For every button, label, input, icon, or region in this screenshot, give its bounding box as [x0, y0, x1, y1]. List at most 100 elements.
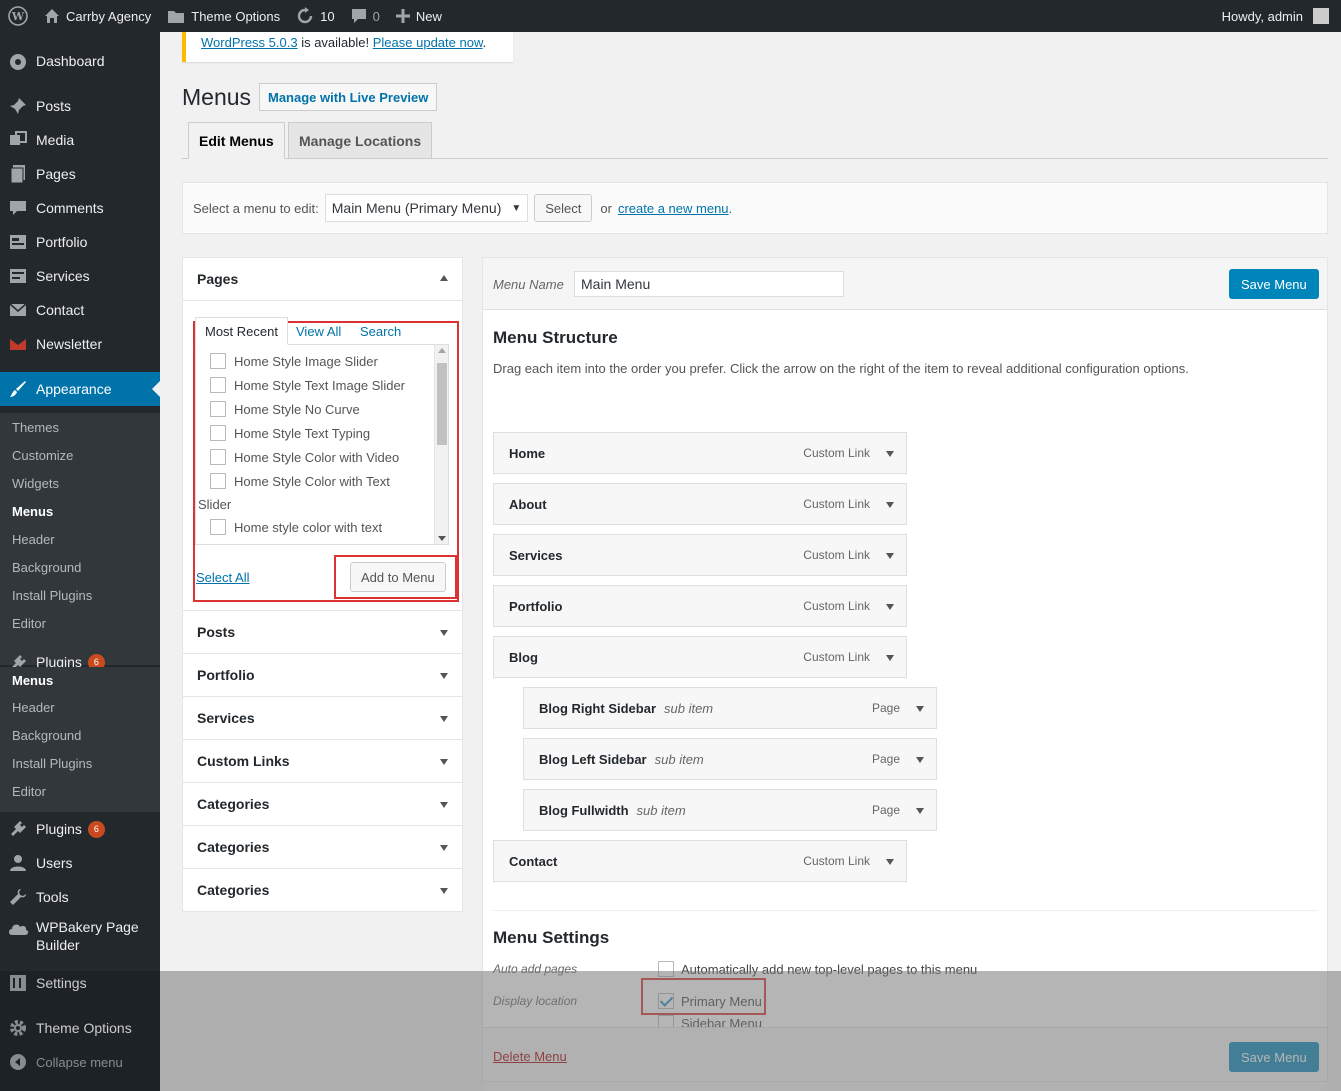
menu-appearance[interactable]: Appearance	[0, 372, 160, 406]
menu-contact[interactable]: Contact	[0, 293, 160, 327]
menu-wpbakery[interactable]: WPBakery Page Builder	[0, 918, 160, 962]
auto-add-checkbox[interactable]	[658, 961, 674, 977]
page-checkbox[interactable]	[210, 353, 226, 369]
new-content-link[interactable]: New	[388, 0, 450, 32]
live-preview-button[interactable]: Manage with Live Preview	[259, 83, 438, 111]
account-menu[interactable]: Howdy, admin	[1214, 0, 1341, 32]
scroll-up-arrow-icon[interactable]	[438, 348, 446, 353]
submenu-menus[interactable]: Menus	[0, 497, 160, 525]
menu-name-input[interactable]: Main Menu	[574, 271, 844, 297]
manage-menus-bar: Select a menu to edit: Main Menu (Primar…	[182, 182, 1328, 234]
updates-link[interactable]: 10	[288, 0, 342, 32]
item-expand-arrow-icon[interactable]	[886, 553, 894, 559]
menu-item-services[interactable]: Services Custom Link	[493, 534, 907, 576]
subtab-search[interactable]: Search	[351, 317, 410, 345]
page-checkbox[interactable]	[210, 425, 226, 441]
menu-select[interactable]: Main Menu (Primary Menu) ▼	[324, 194, 529, 222]
wordpress-logo-icon[interactable]: W	[0, 0, 36, 32]
categories-section-header[interactable]: Categories	[183, 783, 462, 826]
list-scrollbar[interactable]	[434, 345, 448, 544]
menu-item-blog-right-sidebar[interactable]: Blog Right Sidebar sub item Page	[523, 687, 937, 729]
page-checkbox[interactable]	[210, 473, 226, 489]
item-expand-arrow-icon[interactable]	[886, 451, 894, 457]
menu-portfolio[interactable]: Portfolio	[0, 225, 160, 259]
scrollbar-thumb[interactable]	[437, 363, 447, 445]
custom-links-section-header[interactable]: Custom Links	[183, 740, 462, 783]
menu-item-about[interactable]: About Custom Link	[493, 483, 907, 525]
primary-menu-checkbox[interactable]	[658, 993, 674, 1009]
submenu-editor[interactable]: Editor	[0, 609, 160, 637]
select-button[interactable]: Select	[534, 194, 593, 222]
submenu-header-dup[interactable]: Header	[0, 693, 160, 721]
item-expand-arrow-icon[interactable]	[886, 502, 894, 508]
menu-select-value: Main Menu (Primary Menu)	[331, 200, 502, 216]
submenu-customize[interactable]: Customize	[0, 441, 160, 469]
portfolio-section-header[interactable]: Portfolio	[183, 654, 462, 697]
pages-section-header[interactable]: Pages	[183, 258, 462, 301]
item-expand-arrow-icon[interactable]	[886, 859, 894, 865]
settings-divider	[493, 910, 1317, 911]
page-checkbox[interactable]	[210, 377, 226, 393]
menu-item-title: Contact	[509, 853, 558, 869]
item-expand-arrow-icon[interactable]	[916, 757, 924, 763]
submenu-install-plugins-dup[interactable]: Install Plugins	[0, 749, 160, 777]
services-section-header[interactable]: Services	[183, 697, 462, 740]
item-expand-arrow-icon[interactable]	[886, 604, 894, 610]
site-name-link[interactable]: Carrby Agency	[36, 0, 159, 32]
menu-item-blog-fullwidth[interactable]: Blog Fullwidth sub item Page	[523, 789, 937, 831]
item-expand-arrow-icon[interactable]	[886, 655, 894, 661]
item-expand-arrow-icon[interactable]	[916, 706, 924, 712]
categories-section-header[interactable]: Categories	[183, 826, 462, 869]
delete-menu-link[interactable]: Delete Menu	[493, 1049, 567, 1064]
menu-item-portfolio[interactable]: Portfolio Custom Link	[493, 585, 907, 627]
select-all-link[interactable]: Select All	[196, 570, 249, 585]
subtab-view-all[interactable]: View All	[287, 317, 350, 345]
submenu-background-dup[interactable]: Background	[0, 721, 160, 749]
menu-theme-options[interactable]: Theme Options	[0, 1011, 160, 1045]
collapse-menu[interactable]: Collapse menu	[0, 1045, 160, 1079]
menu-posts[interactable]: Posts	[0, 89, 160, 123]
menu-settings[interactable]: Settings	[0, 966, 160, 1000]
menu-item-blog-left-sidebar[interactable]: Blog Left Sidebar sub item Page	[523, 738, 937, 780]
submenu-menus-dup[interactable]: Menus	[0, 667, 160, 693]
menu-plugins-clipped[interactable]: Plugins 6	[0, 649, 160, 667]
save-menu-button-bottom[interactable]: Save Menu	[1229, 1042, 1319, 1072]
page-checkbox[interactable]	[210, 519, 226, 535]
item-expand-arrow-icon[interactable]	[916, 808, 924, 814]
menu-tools[interactable]: Tools	[0, 880, 160, 914]
menu-dashboard[interactable]: Dashboard	[0, 44, 160, 78]
menu-pages[interactable]: Pages	[0, 157, 160, 191]
menu-comments[interactable]: Comments	[0, 191, 160, 225]
menu-newsletter[interactable]: Newsletter	[0, 327, 160, 361]
scroll-down-arrow-icon[interactable]	[438, 536, 446, 541]
comments-link[interactable]: 0	[343, 0, 388, 32]
submenu-widgets[interactable]: Widgets	[0, 469, 160, 497]
add-to-menu-button[interactable]: Add to Menu	[350, 562, 446, 592]
menu-services[interactable]: Services	[0, 259, 160, 293]
tab-manage-locations[interactable]: Manage Locations	[288, 122, 433, 159]
page-title: Menus	[182, 84, 252, 110]
submenu-install-plugins[interactable]: Install Plugins	[0, 581, 160, 609]
submenu-background[interactable]: Background	[0, 553, 160, 581]
menu-media[interactable]: Media	[0, 123, 160, 157]
theme-options-link[interactable]: Theme Options	[159, 0, 288, 32]
update-now-link[interactable]: Please update now	[373, 35, 483, 50]
submenu-header[interactable]: Header	[0, 525, 160, 553]
menu-plugins[interactable]: Plugins 6	[0, 812, 160, 846]
menu-users[interactable]: Users	[0, 846, 160, 880]
submenu-editor-dup[interactable]: Editor	[0, 777, 160, 805]
page-checkbox[interactable]	[210, 449, 226, 465]
menu-item-home[interactable]: Home Custom Link	[493, 432, 907, 474]
categories-section-header[interactable]: Categories	[183, 869, 462, 912]
tab-edit-menus[interactable]: Edit Menus	[188, 122, 285, 159]
subtab-most-recent[interactable]: Most Recent	[195, 317, 288, 345]
posts-section-header[interactable]: Posts	[183, 611, 462, 654]
save-menu-button[interactable]: Save Menu	[1229, 269, 1319, 299]
page-checkbox[interactable]	[210, 401, 226, 417]
menu-item-blog[interactable]: Blog Custom Link	[493, 636, 907, 678]
create-new-menu-link[interactable]: create a new menu	[618, 201, 729, 216]
new-label: New	[415, 8, 442, 24]
menu-item-contact[interactable]: Contact Custom Link	[493, 840, 907, 882]
submenu-themes[interactable]: Themes	[0, 413, 160, 441]
wordpress-version-link[interactable]: WordPress 5.0.3	[201, 35, 298, 50]
